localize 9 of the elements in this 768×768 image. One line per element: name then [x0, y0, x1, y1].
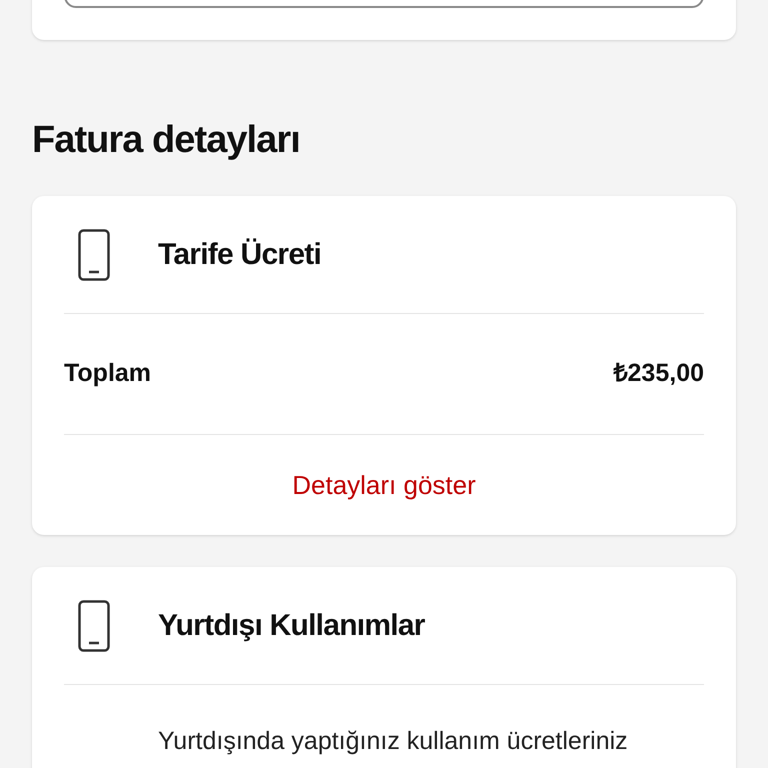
card-title: Tarife Ücreti — [158, 237, 322, 273]
total-amount: ₺235,00 — [614, 358, 704, 390]
phone-icon — [78, 228, 110, 280]
phone-icon — [78, 600, 110, 652]
info-text: Yurtdışında yaptığınız kullanım ücretleriniz — [158, 726, 629, 757]
card-title: Yurtdışı Kullanımlar — [158, 608, 425, 644]
section-heading: Fatura detayları — [32, 118, 301, 163]
total-label: Toplam — [64, 358, 152, 390]
show-details-link[interactable]: Detayları göster — [292, 466, 476, 504]
